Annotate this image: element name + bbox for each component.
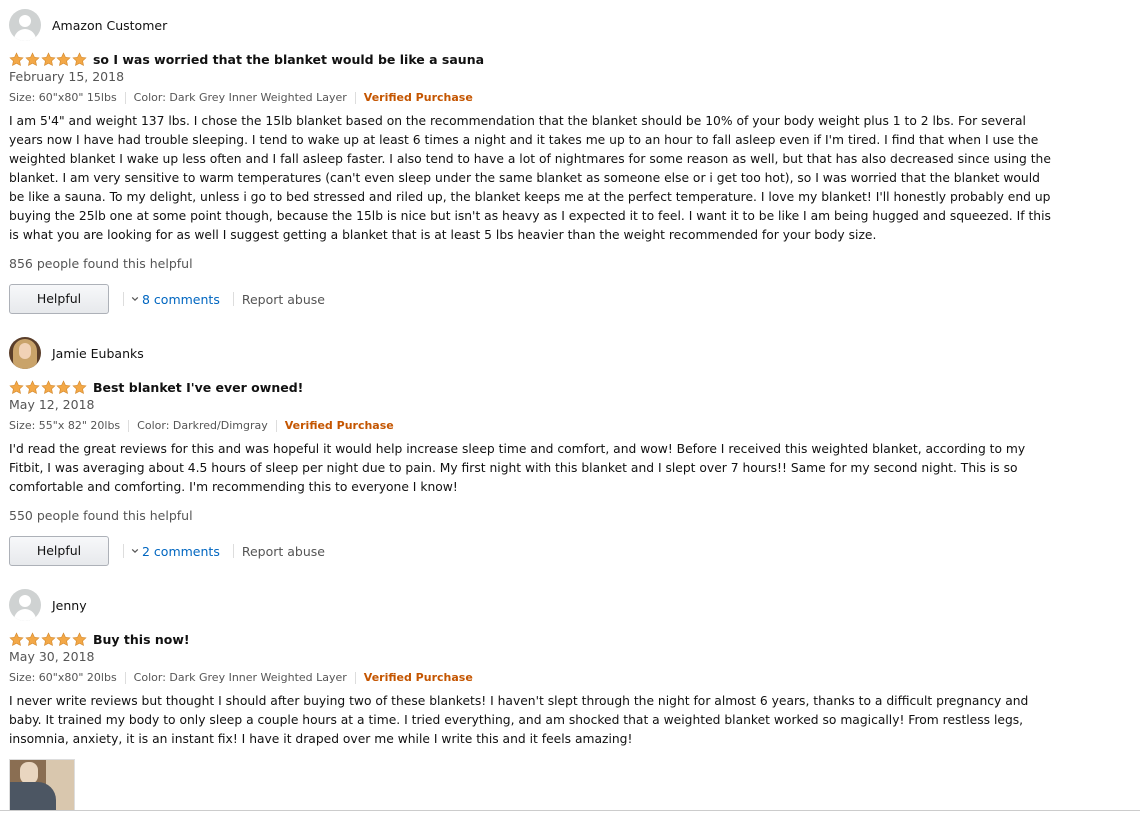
divider <box>124 91 126 104</box>
verified-purchase-badge[interactable]: Verified Purchase <box>364 91 473 104</box>
review-1: Amazon Customer so I was worried that th… <box>9 9 1054 319</box>
review-3: Jenny Buy this now! May 30, 2018 Size: 6… <box>9 589 1054 811</box>
chevron-down-icon <box>131 295 139 303</box>
star-rating[interactable] <box>9 51 88 67</box>
star-icon <box>72 379 88 395</box>
star-icon <box>56 379 72 395</box>
helpful-count: 856 people found this helpful <box>9 256 193 271</box>
review-title[interactable]: Best blanket I've ever owned! <box>93 380 303 395</box>
size-label[interactable]: Size: 60"x80" 20lbs <box>9 671 117 684</box>
divider <box>124 671 126 684</box>
verified-purchase-badge[interactable]: Verified Purchase <box>364 671 473 684</box>
divider <box>275 419 277 432</box>
star-icon <box>40 379 57 395</box>
star-rating[interactable] <box>9 631 88 647</box>
star-icon <box>40 631 57 647</box>
helpful-button[interactable]: Helpful <box>9 284 109 314</box>
comments-label: 8 comments <box>142 291 220 307</box>
star-icon <box>25 379 41 395</box>
review-title-row: Buy this now! <box>9 630 190 648</box>
profile[interactable]: Jenny <box>9 589 87 621</box>
star-icon <box>25 631 41 647</box>
review-2: Jamie Eubanks Best blanket I've ever own… <box>9 337 1054 572</box>
review-actions: Helpful 8 comments Report abuse <box>9 284 325 314</box>
divider <box>232 292 234 306</box>
profile[interactable]: Jamie Eubanks <box>9 337 144 369</box>
divider <box>354 91 356 104</box>
profile[interactable]: Amazon Customer <box>9 9 167 41</box>
divider <box>128 419 130 432</box>
color-label[interactable]: Color: Dark Grey Inner Weighted Layer <box>134 671 347 684</box>
star-icon <box>9 51 25 67</box>
verified-purchase-badge[interactable]: Verified Purchase <box>285 419 394 432</box>
review-body: I'd read the great reviews for this and … <box>9 442 1026 494</box>
divider <box>354 671 356 684</box>
profile-name[interactable]: Jamie Eubanks <box>52 346 144 361</box>
star-icon <box>72 51 88 67</box>
profile-name[interactable]: Amazon Customer <box>52 18 167 33</box>
star-icon <box>9 631 25 647</box>
star-icon <box>56 631 72 647</box>
star-rating[interactable] <box>9 379 88 395</box>
avatar[interactable] <box>9 337 41 369</box>
review-title-row: so I was worried that the blanket would … <box>9 50 484 68</box>
review-format: Size: 55"x 82" 20lbs Color: Darkred/Dimg… <box>9 419 394 432</box>
reviews-page: Amazon Customer so I was worried that th… <box>0 0 1140 813</box>
helpful-button[interactable]: Helpful <box>9 536 109 566</box>
color-label[interactable]: Color: Darkred/Dimgray <box>137 419 268 432</box>
star-icon <box>9 379 25 395</box>
report-abuse-link[interactable]: Report abuse <box>242 544 325 559</box>
report-abuse-link[interactable]: Report abuse <box>242 292 325 307</box>
divider <box>0 810 1140 811</box>
review-body: I am 5'4" and weight 137 lbs. I chose th… <box>9 114 1051 242</box>
avatar[interactable] <box>9 9 41 41</box>
user-icon <box>19 595 31 607</box>
star-icon <box>40 51 57 67</box>
avatar[interactable] <box>9 589 41 621</box>
chevron-down-icon <box>131 547 139 555</box>
size-label[interactable]: Size: 60"x80" 15lbs <box>9 91 117 104</box>
customer-review-photo[interactable] <box>9 759 75 811</box>
review-actions: Helpful 2 comments Report abuse <box>9 536 325 566</box>
review-body: I never write reviews but thought I shou… <box>9 694 1029 746</box>
review-format: Size: 60"x80" 20lbs Color: Dark Grey Inn… <box>9 671 473 684</box>
star-icon <box>72 631 88 647</box>
comments-label: 2 comments <box>142 543 220 559</box>
comments-link[interactable]: 2 comments <box>131 544 220 559</box>
user-icon <box>19 15 31 27</box>
size-label[interactable]: Size: 55"x 82" 20lbs <box>9 419 120 432</box>
star-icon <box>56 51 72 67</box>
review-title-row: Best blanket I've ever owned! <box>9 378 303 396</box>
color-label[interactable]: Color: Dark Grey Inner Weighted Layer <box>134 91 347 104</box>
comments-link[interactable]: 8 comments <box>131 292 220 307</box>
divider <box>123 544 124 558</box>
star-icon <box>25 51 41 67</box>
review-format: Size: 60"x80" 15lbs Color: Dark Grey Inn… <box>9 91 473 104</box>
helpful-count: 550 people found this helpful <box>9 508 193 523</box>
review-date: May 30, 2018 <box>9 649 95 664</box>
divider <box>123 292 124 306</box>
review-title[interactable]: Buy this now! <box>93 632 190 647</box>
review-date: May 12, 2018 <box>9 397 95 412</box>
profile-name[interactable]: Jenny <box>52 598 87 613</box>
review-title[interactable]: so I was worried that the blanket would … <box>93 52 484 67</box>
review-date: February 15, 2018 <box>9 69 125 84</box>
divider <box>232 544 234 558</box>
